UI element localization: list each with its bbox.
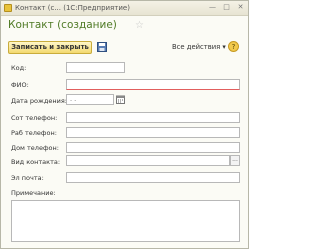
- minimize-icon[interactable]: —: [208, 3, 217, 12]
- favorite-star-icon[interactable]: ☆: [135, 20, 144, 31]
- contact-type-label: Вид контакта:: [11, 158, 61, 166]
- mobile-phone-field[interactable]: [66, 112, 240, 123]
- birth-date-label: Дата рождения:: [11, 97, 67, 105]
- title-bar[interactable]: Контакт (с... (1С:Предприятие) — □ ✕: [1, 1, 248, 16]
- mobile-phone-label: Сот телефон:: [11, 114, 58, 122]
- save-and-close-button[interactable]: Записать и закрыть: [8, 41, 92, 54]
- code-label: Код:: [11, 64, 27, 72]
- form-window: Контакт (с... (1С:Предприятие) — □ ✕ Кон…: [0, 0, 249, 249]
- all-actions-menu[interactable]: Все действия ▾: [172, 43, 226, 51]
- code-field[interactable]: [66, 62, 125, 73]
- fio-field[interactable]: [66, 79, 240, 90]
- help-icon[interactable]: ?: [228, 41, 239, 52]
- page-title: Контакт (создание): [8, 19, 117, 31]
- maximize-icon[interactable]: □: [222, 3, 231, 12]
- app-icon: [4, 4, 12, 12]
- home-phone-label: Дом телефон:: [11, 144, 59, 152]
- floppy-disk-icon[interactable]: [97, 42, 107, 52]
- birth-date-field[interactable]: . .: [66, 94, 114, 105]
- contact-type-field[interactable]: [66, 155, 230, 166]
- email-label: Эл почта:: [11, 174, 44, 182]
- fio-label: ФИО:: [11, 81, 29, 89]
- close-icon[interactable]: ✕: [236, 3, 245, 12]
- contact-type-select-button[interactable]: ...: [230, 155, 240, 166]
- note-textarea[interactable]: [11, 200, 240, 242]
- calendar-icon[interactable]: [116, 95, 125, 104]
- note-label: Примечание:: [11, 189, 56, 197]
- work-phone-field[interactable]: [66, 127, 240, 138]
- email-field[interactable]: [66, 172, 240, 183]
- work-phone-label: Раб телефон:: [11, 129, 57, 137]
- home-phone-field[interactable]: [66, 142, 240, 153]
- window-title: Контакт (с... (1С:Предприятие): [15, 4, 130, 12]
